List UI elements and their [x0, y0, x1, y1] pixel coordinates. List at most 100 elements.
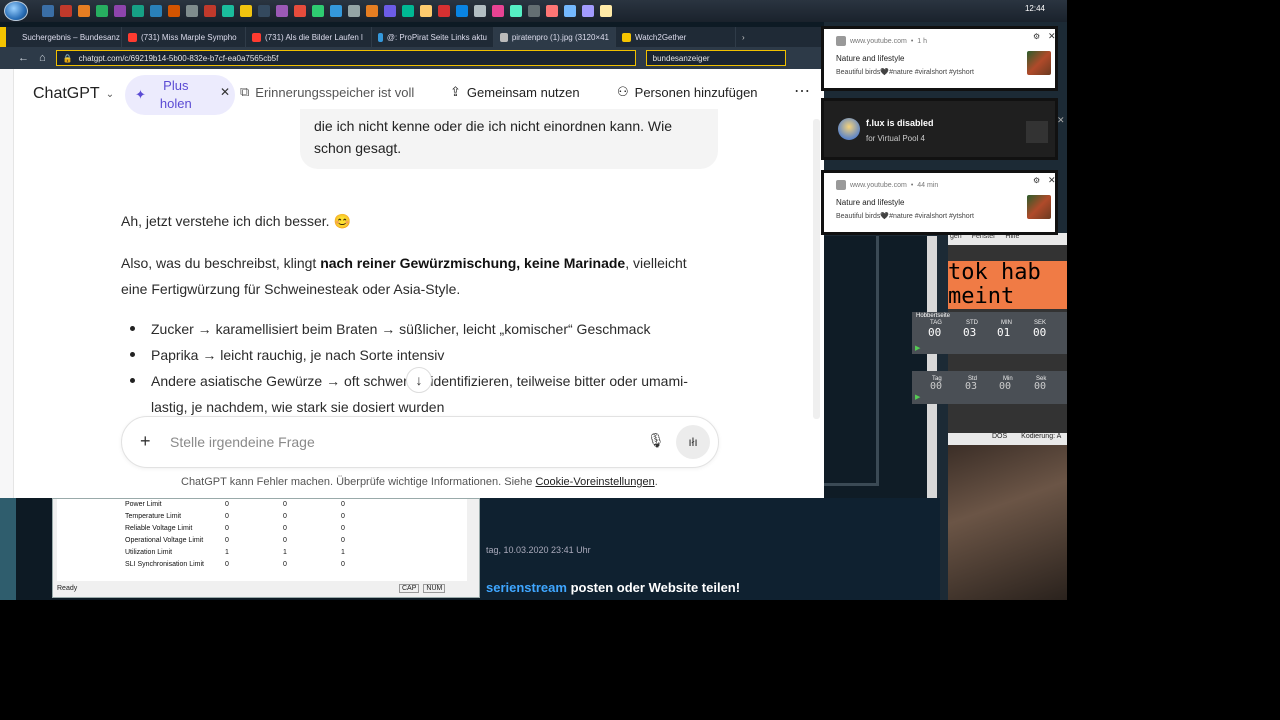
clock[interactable]: 12:44	[1025, 4, 1045, 13]
tab-scroll-right-icon[interactable]: ›	[736, 27, 751, 47]
taskbar: 12:44	[0, 0, 1067, 22]
browser-tab[interactable]: Watch2Gether	[616, 27, 736, 47]
taskbar-app-icon[interactable]	[168, 5, 180, 17]
message-composer[interactable]: + Stelle irgendeine Frage 🎙 ıłı	[121, 416, 719, 468]
notification-card[interactable]: www.youtube.com • 44 min Nature and lifest…	[821, 170, 1058, 235]
gpu-monitor-window[interactable]: Power Limit 0 0 0 Temperature Limit 0 0 0 Reli…	[52, 498, 480, 598]
row-value: 0	[283, 537, 287, 544]
taskbar-app-icon[interactable]	[582, 5, 594, 17]
close-icon[interactable]: ✕	[220, 85, 230, 99]
taskbar-app-icon[interactable]	[528, 5, 540, 17]
taskbar-app-icon[interactable]	[132, 5, 144, 17]
play-icon[interactable]: ▶	[915, 344, 920, 352]
flux-notification[interactable]: f.lux is disabled for Virtual Pool 4 ✕	[821, 98, 1065, 160]
get-plus-button[interactable]: ✦ Plus holen	[125, 75, 235, 115]
close-icon[interactable]: ✕	[1048, 31, 1056, 42]
notification-title: Nature and lifestyle	[836, 54, 905, 63]
paragraph-text: eine Fertigwürzung für Schweinesteak ode…	[121, 281, 461, 297]
taskbar-app-icon[interactable]	[510, 5, 522, 17]
microphone-icon[interactable]: 🎙	[647, 432, 665, 449]
table-row[interactable]: Temperature Limit 0 0 0	[125, 513, 399, 520]
row-value: 1	[225, 549, 229, 556]
voice-mode-button[interactable]: ıłı	[676, 425, 710, 459]
taskbar-app-icon[interactable]	[240, 5, 252, 17]
browser-tab[interactable]: Suchergebnis – Bundesanz	[0, 27, 122, 47]
taskbar-app-icon[interactable]	[78, 5, 90, 17]
taskbar-app-icon[interactable]	[276, 5, 288, 17]
paragraph-bold: nach reiner Gewürzmischung, keine Marina…	[320, 255, 626, 271]
more-options-icon[interactable]: ⋯	[794, 81, 810, 101]
row-value: 1	[283, 549, 287, 556]
num-indicator: NUM	[423, 584, 446, 593]
taskbar-app-icon[interactable]	[438, 5, 450, 17]
notification-body: Beautiful birds🖤#nature #viralshort #yts…	[836, 69, 974, 76]
gear-icon[interactable]: ⚙	[1033, 32, 1040, 41]
add-people-button[interactable]: ⚇ Personen hinzufügen	[617, 84, 758, 100]
taskbar-app-icon[interactable]	[150, 5, 162, 17]
close-icon[interactable]: ✕	[1057, 115, 1065, 126]
assistant-bullet-list: Zucker → karamellisiert beim Braten → sü…	[129, 316, 729, 420]
play-icon[interactable]: ▶	[915, 393, 920, 401]
post-banner-highlight[interactable]: serienstream	[486, 580, 567, 595]
scroll-down-button[interactable]: ↓	[406, 367, 432, 393]
taskbar-app-icon[interactable]	[456, 5, 468, 17]
gear-icon[interactable]: ⚙	[1033, 176, 1040, 185]
taskbar-app-icon[interactable]	[294, 5, 306, 17]
taskbar-app-icon[interactable]	[600, 5, 612, 17]
editor-status-encoding: Kodierung: A	[1021, 433, 1062, 440]
get-plus-label-1: Plus	[163, 78, 189, 93]
home-icon[interactable]: ⌂	[39, 52, 46, 64]
cookie-preferences-link[interactable]: Cookie-Voreinstellungen	[535, 476, 654, 488]
sidebar-collapsed[interactable]	[0, 69, 14, 498]
taskbar-app-icon[interactable]	[330, 5, 342, 17]
url-input[interactable]: 🔒 chatgpt.com/c/69219b14-5b00-832e-b7cf-…	[55, 50, 636, 66]
table-row[interactable]: Power Limit 0 0 0	[125, 501, 399, 508]
browser-tab[interactable]: @: ProPirat Seite Links aktu	[372, 27, 494, 47]
editor-text-area[interactable]: tok hab meint	[948, 261, 1067, 309]
notification-card[interactable]: www.youtube.com • 1 h Nature and lifestyle…	[821, 26, 1058, 91]
table-row[interactable]: Utilization Limit 1 1 1	[125, 549, 399, 556]
taskbar-app-icon[interactable]	[60, 5, 72, 17]
taskbar-app-icon[interactable]	[312, 5, 324, 17]
browser-logo-icon	[836, 36, 846, 46]
brand-label: ChatGPT	[33, 85, 100, 102]
search-input[interactable]: bundesanzeiger	[645, 50, 786, 66]
browser-tab[interactable]: piratenpro (1).jpg (3120×41	[494, 27, 616, 47]
taskbar-app-icon[interactable]	[402, 5, 414, 17]
taskbar-app-icon[interactable]	[186, 5, 198, 17]
table-row[interactable]: SLI Synchronisation Limit 0 0 0	[125, 561, 399, 568]
taskbar-app-icon[interactable]	[204, 5, 216, 17]
background-window-inner-frame	[824, 236, 879, 486]
countdown-widget[interactable]: Hobbertseite TAG STD MIN SEK 00 03 01 00…	[912, 312, 1067, 354]
table-row[interactable]: Reliable Voltage Limit 0 0 0	[125, 525, 399, 532]
model-selector[interactable]: ChatGPT ⌄	[33, 85, 114, 103]
tab-label: (731) Miss Marple Sympho	[141, 32, 237, 42]
row-value: 0	[341, 501, 345, 508]
table-row[interactable]: Operational Voltage Limit 0 0 0	[125, 537, 399, 544]
taskbar-app-icon[interactable]	[492, 5, 504, 17]
start-button[interactable]	[4, 1, 28, 21]
taskbar-app-icon[interactable]	[546, 5, 558, 17]
taskbar-app-icon[interactable]	[222, 5, 234, 17]
taskbar-app-icon[interactable]	[96, 5, 108, 17]
browser-tab[interactable]: (731) Miss Marple Sympho	[122, 27, 246, 47]
scrollbar[interactable]	[813, 119, 820, 419]
countdown-widget-2[interactable]: Tag Std Min Sek 00 03 00 00 ▶	[912, 371, 1067, 404]
taskbar-app-icon[interactable]	[366, 5, 378, 17]
share-button[interactable]: ⇪ Gemeinsam nutzen	[450, 84, 580, 100]
plus-icon[interactable]: +	[140, 431, 151, 452]
taskbar-app-icon[interactable]	[348, 5, 360, 17]
taskbar-app-icon[interactable]	[474, 5, 486, 17]
browser-tab[interactable]: (731) Als die Bilder Laufen l	[246, 27, 372, 47]
composer-placeholder[interactable]: Stelle irgendeine Frage	[170, 434, 315, 450]
taskbar-app-icon[interactable]	[114, 5, 126, 17]
close-icon[interactable]: ✕	[1048, 175, 1056, 186]
background-photo	[948, 445, 1067, 600]
memory-full-button[interactable]: ⧉ Erinnerungsspeicher ist voll	[240, 84, 414, 100]
taskbar-app-icon[interactable]	[420, 5, 432, 17]
taskbar-app-icon[interactable]	[564, 5, 576, 17]
back-icon[interactable]: ←	[18, 52, 29, 64]
taskbar-app-icon[interactable]	[384, 5, 396, 17]
taskbar-app-icon[interactable]	[258, 5, 270, 17]
taskbar-app-icon[interactable]	[42, 5, 54, 17]
